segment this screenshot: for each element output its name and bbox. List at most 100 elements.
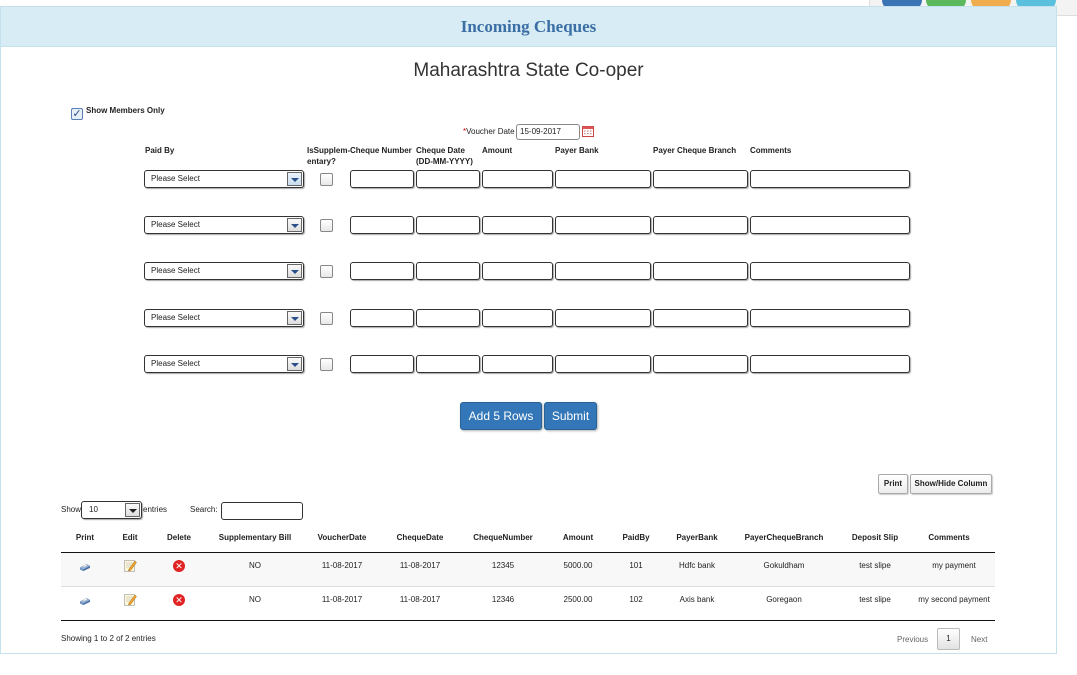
supplementary-checkbox[interactable] [320, 219, 333, 232]
paid-by-select[interactable]: Please Select [144, 262, 304, 280]
comments-input[interactable] [750, 216, 910, 234]
delete-icon[interactable]: ✕ [173, 560, 185, 572]
cell-comments: my payment [932, 561, 976, 570]
cheque-number-header: Cheque Number [350, 146, 412, 155]
print-icon[interactable] [78, 596, 92, 606]
col-header-delete[interactable]: Delete [160, 533, 198, 542]
col-header-edit[interactable]: Edit [115, 533, 145, 542]
cell-voucher-date: 11-08-2017 [321, 595, 363, 604]
comments-input[interactable] [750, 170, 910, 188]
cheque-date-input[interactable] [416, 309, 480, 327]
col-header-payer-bank[interactable]: PayerBank [669, 533, 725, 542]
amount-input[interactable] [482, 309, 553, 327]
cheque-date-input[interactable] [416, 216, 480, 234]
chevron-down-icon[interactable] [287, 264, 302, 278]
chevron-down-icon[interactable] [287, 357, 302, 371]
cheque-date-input[interactable] [416, 170, 480, 188]
payer-bank-input[interactable] [555, 355, 651, 373]
col-header-cheque-date[interactable]: ChequeDate [388, 533, 452, 542]
print-button[interactable]: Print [878, 474, 908, 494]
supplementary-checkbox[interactable] [320, 358, 333, 371]
paid-by-select-value: Please Select [151, 220, 200, 229]
paid-by-select[interactable]: Please Select [144, 309, 304, 327]
page-1-button[interactable]: 1 [937, 628, 960, 650]
cell-branch: Gokuldham [763, 561, 805, 570]
paid-by-select-value: Please Select [151, 313, 200, 322]
payer-cheque-branch-input[interactable] [653, 216, 748, 234]
supplementary-checkbox[interactable] [320, 173, 333, 186]
supplementary-header-line2: entary? [307, 157, 336, 166]
cheque-date-header-line2: (DD-MM-YYYY) [416, 157, 473, 166]
entries-select[interactable]: 10 [81, 501, 142, 519]
col-header-comments[interactable]: Comments [914, 533, 984, 542]
cheque-number-input[interactable] [350, 355, 414, 373]
cheque-number-input[interactable] [350, 309, 414, 327]
show-members-only-checkbox[interactable] [71, 108, 83, 120]
chevron-down-icon[interactable] [287, 311, 302, 325]
cheque-date-input[interactable] [416, 262, 480, 280]
cell-cheque-number: 12345 [491, 561, 515, 570]
payer-bank-header: Payer Bank [555, 146, 599, 155]
paid-by-select[interactable]: Please Select [144, 216, 304, 234]
print-icon[interactable] [78, 562, 92, 572]
cell-deposit-slip: test slipe [859, 595, 891, 604]
cheque-number-input[interactable] [350, 262, 414, 280]
amount-input[interactable] [482, 355, 553, 373]
chevron-down-icon[interactable] [287, 218, 302, 232]
col-header-supplementary-bill[interactable]: Supplementary Bill [212, 533, 298, 542]
amount-input[interactable] [482, 216, 553, 234]
cheque-number-input[interactable] [350, 170, 414, 188]
comments-input[interactable] [750, 309, 910, 327]
cell-paid-by: 101 [629, 561, 643, 570]
col-header-deposit-slip[interactable]: Deposit Slip [843, 533, 907, 542]
cheque-number-input[interactable] [350, 216, 414, 234]
previous-page-button[interactable]: Previous [897, 635, 928, 644]
amount-header: Amount [482, 146, 513, 155]
edit-icon[interactable] [124, 559, 137, 572]
col-header-amount[interactable]: Amount [553, 533, 603, 542]
show-hide-column-button[interactable]: Show/Hide Column [910, 474, 992, 494]
search-input[interactable] [221, 502, 303, 520]
col-header-cheque-number[interactable]: ChequeNumber [466, 533, 540, 542]
col-header-voucher-date[interactable]: VoucherDate [310, 533, 374, 542]
amount-input[interactable] [482, 262, 553, 280]
paid-by-select[interactable]: Please Select [144, 355, 304, 373]
payer-bank-input[interactable] [555, 309, 651, 327]
next-page-button[interactable]: Next [971, 635, 987, 644]
chevron-down-icon[interactable] [287, 172, 302, 186]
add-rows-button[interactable]: Add 5 Rows [460, 402, 542, 430]
comments-input[interactable] [750, 262, 910, 280]
paid-by-select[interactable]: Please Select [144, 170, 304, 188]
submit-button[interactable]: Submit [544, 402, 597, 430]
cell-voucher-date: 11-08-2017 [321, 561, 363, 570]
comments-input[interactable] [750, 355, 910, 373]
paid-by-header: Paid By [145, 146, 175, 155]
page-title: Incoming Cheques [1, 7, 1056, 47]
edit-icon[interactable] [124, 593, 137, 606]
payer-bank-input[interactable] [555, 262, 651, 280]
payer-cheque-branch-input[interactable] [653, 170, 748, 188]
payer-cheque-branch-input[interactable] [653, 355, 748, 373]
col-header-paid-by[interactable]: PaidBy [616, 533, 656, 542]
supplementary-checkbox[interactable] [320, 265, 333, 278]
supplementary-checkbox[interactable] [320, 312, 333, 325]
cell-cheque-date: 11-08-2017 [399, 561, 441, 570]
entries-label: entries [143, 505, 168, 514]
payer-cheque-branch-input[interactable] [653, 262, 748, 280]
col-header-print[interactable]: Print [70, 533, 100, 542]
payer-cheque-branch-input[interactable] [653, 309, 748, 327]
calendar-icon[interactable] [582, 126, 594, 137]
voucher-date-input[interactable]: 15-09-2017 [516, 124, 580, 140]
search-label: Search: [190, 505, 218, 514]
cell-paid-by: 102 [629, 595, 643, 604]
delete-icon[interactable]: ✕ [173, 594, 185, 606]
payer-bank-input[interactable] [555, 216, 651, 234]
col-header-payer-cheque-branch[interactable]: PayerChequeBranch [738, 533, 830, 542]
cheque-date-input[interactable] [416, 355, 480, 373]
payer-bank-input[interactable] [555, 170, 651, 188]
cell-branch: Goregaon [766, 595, 802, 604]
amount-input[interactable] [482, 170, 553, 188]
chevron-down-icon[interactable] [125, 503, 140, 517]
supplementary-header-line1: IsSupplem- [307, 146, 351, 155]
cell-deposit-slip: test slipe [859, 561, 891, 570]
